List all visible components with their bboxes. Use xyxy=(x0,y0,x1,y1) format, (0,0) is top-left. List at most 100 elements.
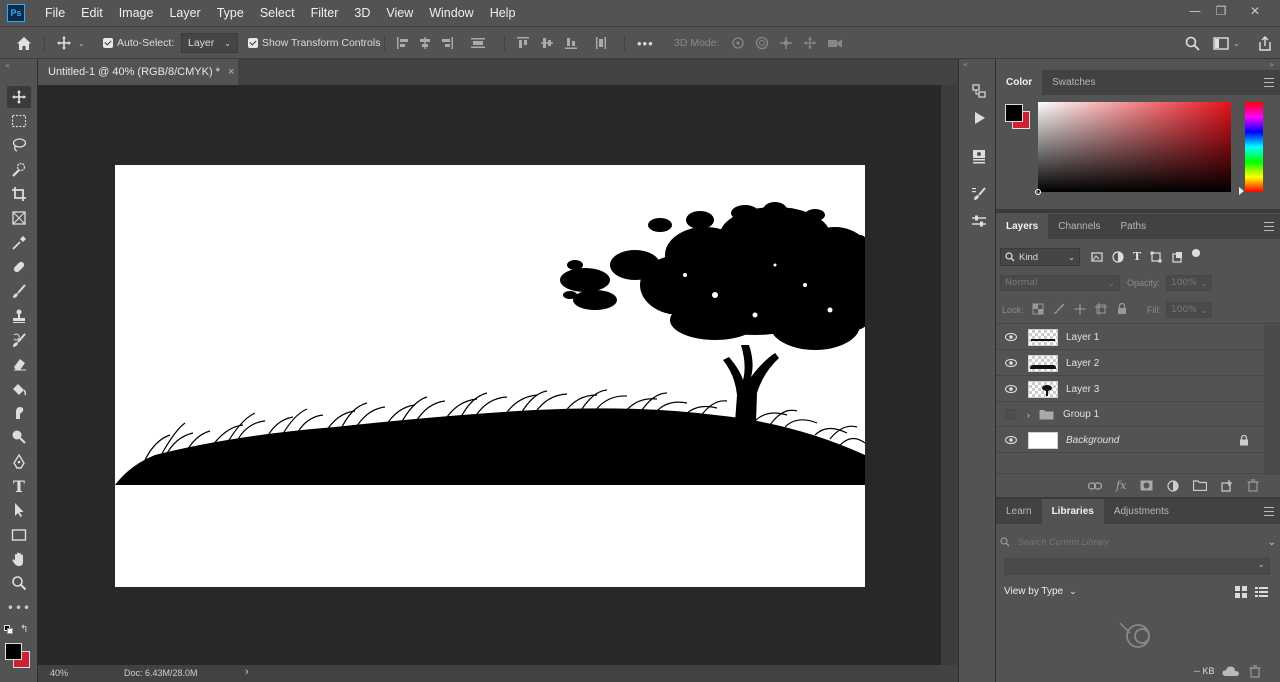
lock-image-pixels-icon[interactable] xyxy=(1053,303,1065,315)
auto-select-checkbox[interactable] xyxy=(103,38,113,48)
align-hcenter-icon[interactable] xyxy=(418,36,432,50)
pixel-layer-filter-icon[interactable] xyxy=(1091,251,1103,263)
quick-selection-tool-icon[interactable] xyxy=(7,159,31,181)
move-tool-preset-icon[interactable]: ⌄ xyxy=(56,27,85,59)
paint-bucket-tool-icon[interactable] xyxy=(7,378,31,400)
lock-icon[interactable] xyxy=(1239,434,1249,446)
3d-roll-icon[interactable] xyxy=(754,36,770,50)
delete-layer-icon[interactable] xyxy=(1247,479,1259,492)
blend-mode-dropdown[interactable]: Normal ⌄ xyxy=(1000,275,1120,291)
lasso-tool-icon[interactable] xyxy=(7,134,31,156)
swap-colors-icon[interactable]: ↰ xyxy=(20,624,28,635)
smart-object-filter-icon[interactable] xyxy=(1171,251,1183,263)
visibility-toggle-off[interactable] xyxy=(1005,409,1016,420)
tab-color[interactable]: Color xyxy=(996,70,1043,95)
delete-library-icon[interactable] xyxy=(1249,665,1261,678)
list-view-icon[interactable] xyxy=(1255,586,1268,598)
tab-layers[interactable]: Layers xyxy=(996,214,1049,239)
crop-tool-icon[interactable] xyxy=(7,183,31,205)
fill-field[interactable]: 100% ⌄ xyxy=(1166,302,1212,318)
status-menu-arrow[interactable]: › xyxy=(245,666,249,678)
visibility-eye-icon[interactable] xyxy=(1005,385,1017,393)
visibility-eye-icon[interactable] xyxy=(1005,436,1017,444)
layer-filter-kind-dropdown[interactable]: Kind ⌄ xyxy=(1000,248,1080,266)
align-vcenter-icon[interactable] xyxy=(540,36,554,50)
layer-style-fx-icon[interactable]: fx xyxy=(1116,479,1126,492)
group-row[interactable]: › Group 1 xyxy=(996,403,1264,427)
layer-row[interactable]: Layer 2 xyxy=(996,351,1264,376)
type-layer-filter-icon[interactable]: T xyxy=(1133,251,1141,263)
healing-brush-tool-icon[interactable] xyxy=(7,256,31,278)
menu-window[interactable]: Window xyxy=(421,0,481,26)
collapse-toolbar-icon[interactable]: « xyxy=(5,61,10,70)
menu-help[interactable]: Help xyxy=(482,0,524,26)
distribute-vertical-icon[interactable] xyxy=(594,36,608,50)
menu-filter[interactable]: Filter xyxy=(303,0,347,26)
adjustment-layer-filter-icon[interactable] xyxy=(1112,251,1124,263)
filter-toggle-icon[interactable] xyxy=(1192,249,1201,257)
menu-image[interactable]: Image xyxy=(111,0,162,26)
close-button[interactable]: ✕ xyxy=(1240,0,1270,22)
align-left-icon[interactable] xyxy=(396,36,410,50)
menu-3d[interactable]: 3D xyxy=(346,0,378,26)
hand-tool-icon[interactable] xyxy=(7,548,31,570)
color-saturation-field[interactable] xyxy=(1035,102,1231,195)
history-brush-tool-icon[interactable] xyxy=(7,329,31,351)
smudge-tool-icon[interactable] xyxy=(7,402,31,424)
document-tab[interactable]: Untitled-1 @ 40% (RGB/8/CMYK) * × xyxy=(38,59,238,85)
edit-toolbar-icon[interactable]: ••• xyxy=(7,597,31,619)
lock-transparency-icon[interactable] xyxy=(1032,303,1044,315)
visibility-eye-icon[interactable] xyxy=(1005,359,1017,367)
layer-mask-icon[interactable] xyxy=(1140,480,1153,491)
collapse-panels-icon[interactable]: » xyxy=(1269,60,1274,69)
layers-scrollbar[interactable] xyxy=(1264,325,1280,475)
zoom-level[interactable]: 40% xyxy=(50,668,68,678)
tab-swatches[interactable]: Swatches xyxy=(1042,70,1105,95)
lock-position-icon[interactable] xyxy=(1074,303,1086,315)
pen-tool-icon[interactable] xyxy=(7,451,31,473)
type-tool-icon[interactable]: T xyxy=(7,475,31,497)
restore-button[interactable]: ❐ xyxy=(1206,0,1236,22)
foreground-color-swatch[interactable] xyxy=(5,643,22,660)
layer-row[interactable]: Layer 3 xyxy=(996,377,1264,402)
actions-play-icon[interactable] xyxy=(968,108,990,128)
path-selection-tool-icon[interactable] xyxy=(7,499,31,521)
3d-camera-icon[interactable] xyxy=(826,36,844,50)
new-layer-icon[interactable] xyxy=(1221,479,1233,492)
workspace-icon[interactable]: ⌄ xyxy=(1213,27,1240,59)
menu-view[interactable]: View xyxy=(378,0,421,26)
tab-adjustments[interactable]: Adjustments xyxy=(1104,499,1179,524)
menu-edit[interactable]: Edit xyxy=(73,0,111,26)
document-canvas[interactable] xyxy=(115,165,865,587)
auto-select-dropdown[interactable]: Layer ⌄ xyxy=(181,33,238,53)
hue-slider-marker[interactable] xyxy=(1239,187,1244,195)
home-icon[interactable] xyxy=(16,27,32,59)
menu-select[interactable]: Select xyxy=(252,0,303,26)
clone-stamp-tool-icon[interactable] xyxy=(7,305,31,327)
dodge-tool-icon[interactable] xyxy=(7,426,31,448)
eraser-tool-icon[interactable] xyxy=(7,353,31,375)
shape-layer-filter-icon[interactable] xyxy=(1150,251,1162,263)
zoom-tool-icon[interactable] xyxy=(7,572,31,594)
default-colors-icon[interactable] xyxy=(4,625,14,635)
tab-libraries[interactable]: Libraries xyxy=(1041,499,1104,524)
color-panel-foreground-swatch[interactable] xyxy=(1005,104,1023,122)
brush-settings-icon[interactable] xyxy=(968,184,990,204)
layer-row[interactable]: Layer 1 xyxy=(996,325,1264,350)
lock-artboard-icon[interactable] xyxy=(1095,303,1107,315)
tab-channels[interactable]: Channels xyxy=(1048,214,1110,239)
visibility-eye-icon[interactable] xyxy=(1005,333,1017,341)
eyedropper-tool-icon[interactable] xyxy=(7,232,31,254)
chevron-down-icon[interactable]: ⌄ xyxy=(1268,537,1276,548)
panel-menu-icon[interactable] xyxy=(1264,78,1274,87)
layer-row[interactable]: Background xyxy=(996,428,1264,453)
menu-type[interactable]: Type xyxy=(209,0,252,26)
view-by-type-dropdown[interactable]: View by Type ⌄ xyxy=(1004,586,1077,597)
rectangle-tool-icon[interactable] xyxy=(7,524,31,546)
grid-view-icon[interactable] xyxy=(1235,586,1247,598)
share-icon[interactable] xyxy=(1258,27,1272,59)
collapse-strip-icon[interactable]: « xyxy=(963,60,968,69)
frame-tool-icon[interactable] xyxy=(7,207,31,229)
new-adjustment-layer-icon[interactable] xyxy=(1167,479,1179,492)
cloud-sync-icon[interactable] xyxy=(1222,665,1240,677)
